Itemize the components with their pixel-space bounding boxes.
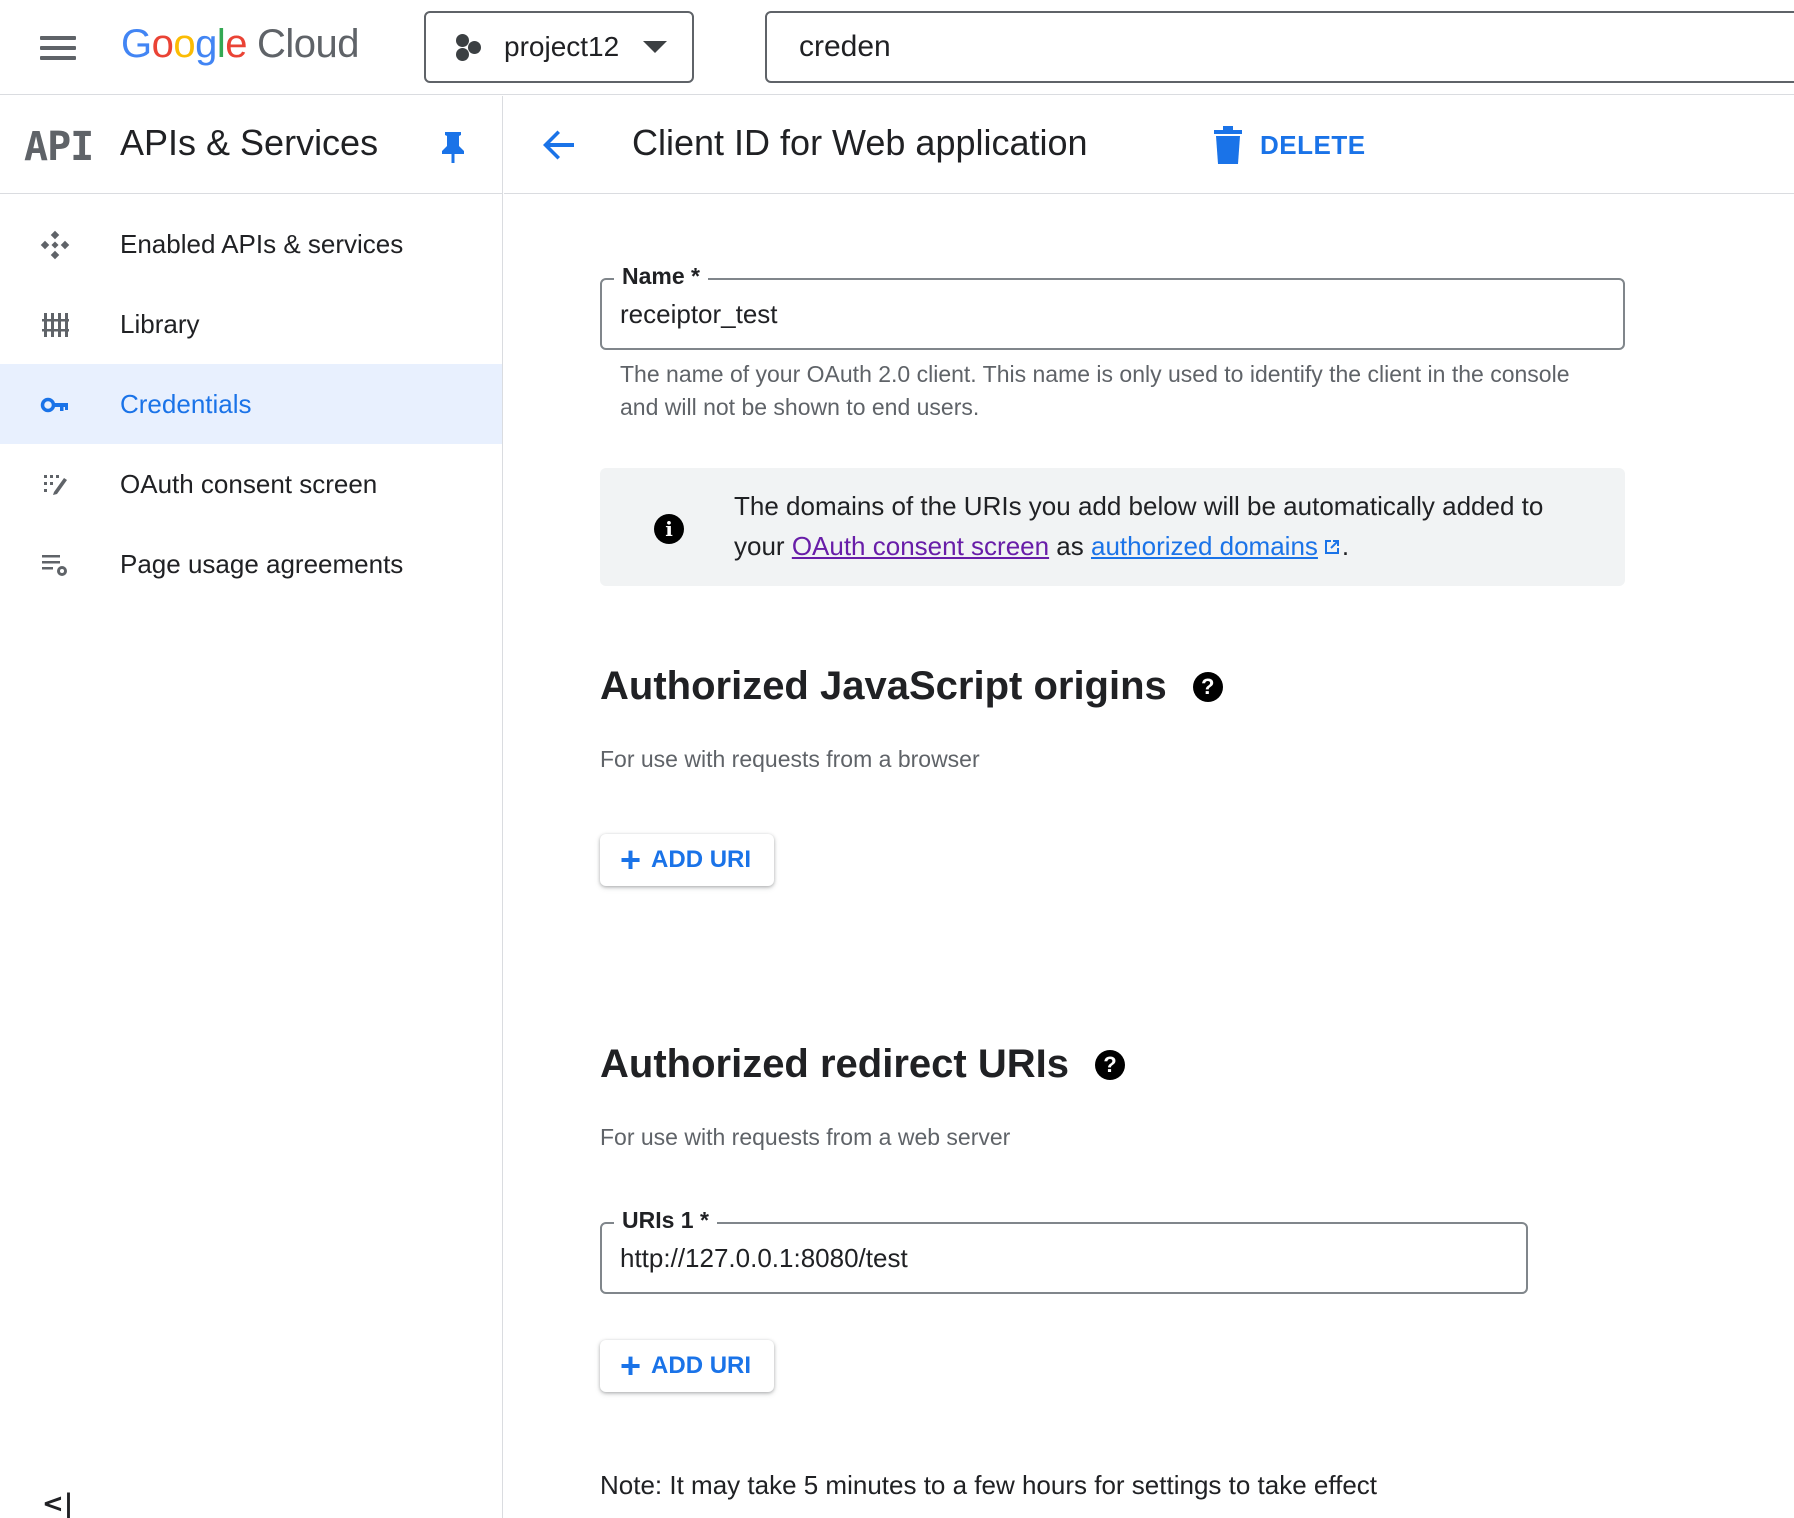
info-icon: i	[654, 514, 684, 544]
delete-label: DELETE	[1260, 129, 1366, 160]
add-uri-label: ADD URI	[651, 846, 752, 873]
help-icon[interactable]: ?	[1192, 671, 1223, 702]
settings-note: Note: It may take 5 minutes to a few hou…	[600, 1470, 1378, 1500]
js-origins-title: Authorized JavaScript origins ?	[600, 664, 1223, 709]
info-text: The domains of the URIs you add below wi…	[734, 486, 1594, 566]
pin-icon[interactable]	[440, 130, 466, 164]
page-usage-settings-icon	[42, 555, 67, 576]
library-icon	[42, 313, 69, 337]
add-redirect-uri-button[interactable]: + ADD URI	[600, 1340, 774, 1392]
project-name: project12	[504, 31, 620, 62]
js-origins-subtitle: For use with requests from a browser	[600, 746, 980, 772]
sidebar-item-label: OAuth consent screen	[120, 468, 378, 499]
search-input[interactable]	[765, 11, 1794, 83]
sidebar-item-label: Credentials	[120, 388, 252, 419]
name-input[interactable]	[620, 280, 1605, 348]
sidebar-item-label: Page usage agreements	[120, 548, 404, 579]
info-text-part: as	[1049, 531, 1091, 561]
help-icon[interactable]: ?	[1094, 1049, 1125, 1080]
collapse-sidebar-icon[interactable]: <|	[42, 1489, 73, 1518]
plus-icon: +	[620, 839, 642, 880]
delete-button[interactable]: DELETE	[1214, 122, 1366, 168]
hamburger-menu-icon[interactable]	[38, 34, 78, 62]
sidebar-title: APIs & Services	[120, 122, 379, 163]
add-uri-label: ADD URI	[651, 1352, 752, 1379]
name-field[interactable]: Name *	[600, 263, 1625, 350]
top-bar: Google Cloud project12	[0, 0, 1794, 95]
sidebar-header: API APIs & Services	[0, 96, 502, 194]
project-icon	[454, 32, 484, 62]
project-picker[interactable]: project12	[424, 11, 694, 83]
key-icon	[40, 397, 68, 413]
sidebar-nav: Enabled APIs & services Library Credenti…	[0, 194, 502, 604]
sidebar-item-credentials[interactable]: Credentials	[0, 364, 502, 444]
api-logo-icon: API	[24, 124, 94, 170]
back-arrow-icon[interactable]	[540, 126, 578, 164]
plus-icon: +	[620, 1345, 642, 1386]
sidebar-item-label: Library	[120, 308, 200, 339]
google-cloud-logo[interactable]: Google Cloud	[121, 22, 360, 67]
sidebar-item-library[interactable]: Library	[0, 284, 502, 364]
page-title: Client ID for Web application	[632, 122, 1088, 163]
info-banner: i The domains of the URIs you add below …	[600, 468, 1625, 586]
oauth-consent-icon	[44, 475, 67, 495]
info-text-part: .	[1341, 531, 1350, 561]
external-link-icon[interactable]	[1322, 537, 1342, 557]
oauth-consent-screen-link[interactable]: OAuth consent screen	[792, 531, 1049, 561]
redirect-uris-title: Authorized redirect URIs ?	[600, 1042, 1125, 1087]
sidebar-item-enabled-apis[interactable]: Enabled APIs & services	[0, 204, 502, 284]
sidebar: API APIs & Services Enabled APIs & servi…	[0, 96, 503, 1518]
redirect-uri-input[interactable]	[620, 1224, 1508, 1292]
authorized-domains-link[interactable]: authorized domains	[1091, 531, 1318, 561]
sidebar-item-label: Enabled APIs & services	[120, 228, 404, 259]
sidebar-item-page-usage-agreements[interactable]: Page usage agreements	[0, 524, 502, 604]
redirect-uris-subtitle: For use with requests from a web server	[600, 1124, 1011, 1150]
page-header: Client ID for Web application DELETE	[504, 96, 1794, 194]
name-hint: The name of your OAuth 2.0 client. This …	[620, 361, 1570, 420]
add-js-origin-uri-button[interactable]: + ADD URI	[600, 834, 774, 886]
trash-icon	[1214, 126, 1242, 164]
redirect-uri-field[interactable]: URIs 1 *	[600, 1207, 1528, 1294]
js-origins-heading: Authorized JavaScript origins	[600, 664, 1167, 708]
enabled-apis-icon	[40, 230, 70, 260]
redirect-uris-heading: Authorized redirect URIs	[600, 1042, 1069, 1086]
sidebar-item-oauth-consent-screen[interactable]: OAuth consent screen	[0, 444, 502, 524]
chevron-down-icon	[643, 41, 668, 53]
